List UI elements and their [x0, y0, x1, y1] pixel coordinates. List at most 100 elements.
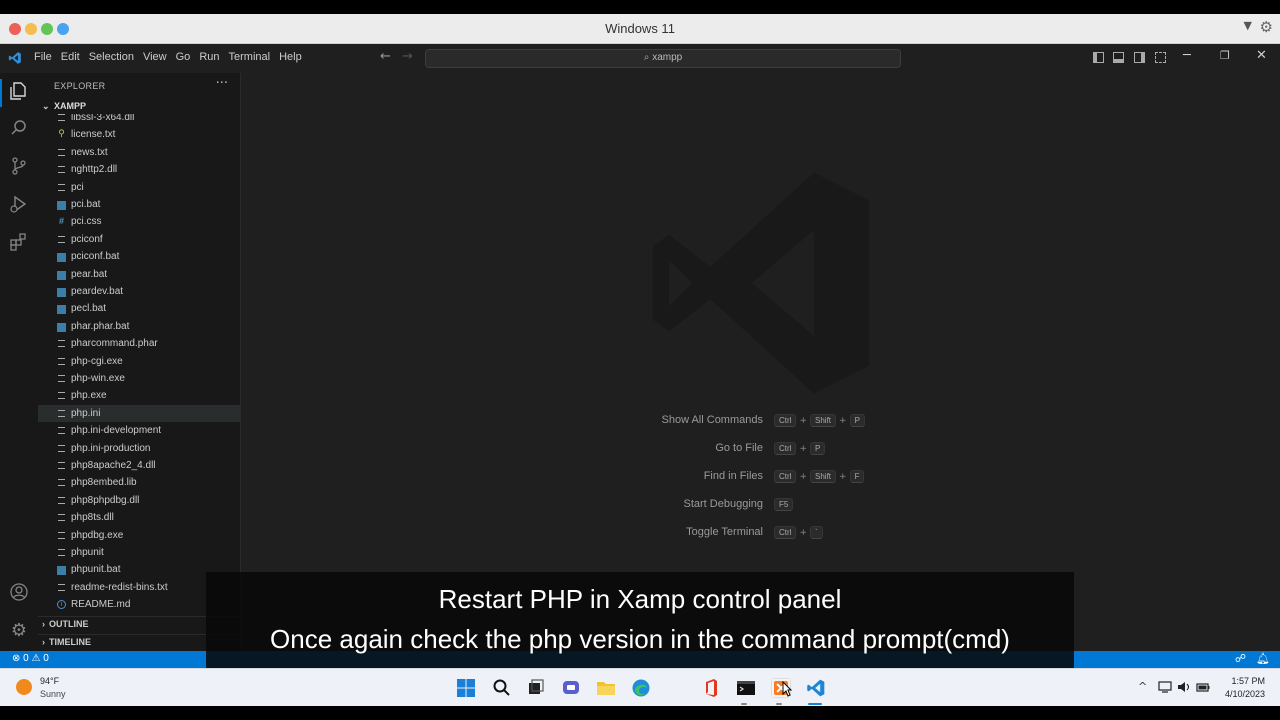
- file-item[interactable]: phpunit: [38, 544, 240, 561]
- menu-edit[interactable]: Edit: [61, 51, 87, 63]
- volume-icon[interactable]: [1177, 681, 1191, 693]
- file-item[interactable]: php.ini: [38, 404, 240, 423]
- keycap: Ctrl: [774, 470, 797, 483]
- menu-help[interactable]: Help: [279, 51, 309, 63]
- file-item[interactable]: pharcommand.phar: [38, 335, 240, 352]
- arrow-left-icon[interactable]: ←: [380, 49, 391, 64]
- more-actions-icon[interactable]: ···: [216, 76, 228, 91]
- file-item[interactable]: php8apache2_4.dll: [38, 457, 240, 474]
- file-item[interactable]: news.txt: [38, 144, 240, 161]
- menu-view[interactable]: View: [143, 51, 174, 63]
- bell-icon[interactable]: 🔔︎: [1256, 652, 1270, 665]
- shortcut-row[interactable]: Find in Files Ctrl + Shift + F: [241, 470, 1280, 486]
- file-item[interactable]: php8ts.dll: [38, 509, 240, 526]
- timeline-label: TIMELINE: [49, 637, 91, 647]
- file-item[interactable]: pciconf: [38, 231, 240, 248]
- arrow-right-icon[interactable]: →: [402, 49, 413, 64]
- search-icon[interactable]: [8, 118, 30, 140]
- folder-xampp[interactable]: ⌄ XAMPP: [42, 101, 86, 112]
- key-plus: +: [799, 443, 807, 454]
- file-item[interactable]: php.ini-production: [38, 440, 240, 457]
- battery-icon[interactable]: [1196, 681, 1210, 693]
- file-item[interactable]: pecl.bat: [38, 300, 240, 317]
- shortcut-row[interactable]: Show All Commands Ctrl + Shift + P: [241, 414, 1280, 430]
- command-prompt-icon[interactable]: [736, 678, 756, 698]
- menu-go[interactable]: Go: [176, 51, 198, 63]
- network-icon[interactable]: [1158, 681, 1172, 693]
- task-view-icon[interactable]: [526, 678, 546, 698]
- toggle-sidebar-icon[interactable]: [1093, 52, 1104, 63]
- file-item[interactable]: nghttp2.dll: [38, 161, 240, 178]
- text-file-icon: [58, 514, 65, 522]
- command-center[interactable]: ⌕ xampp: [425, 49, 901, 68]
- weather-temperature[interactable]: 94°F: [40, 676, 59, 686]
- bat-file-icon: [57, 270, 66, 280]
- office-icon[interactable]: [701, 678, 721, 698]
- search-icon[interactable]: [492, 678, 512, 698]
- close-icon[interactable]: ✕: [1256, 48, 1267, 63]
- text-file-icon: [58, 148, 65, 156]
- file-item[interactable]: php8embed.lib: [38, 474, 240, 491]
- clock-time[interactable]: 1:57 PM: [1231, 676, 1265, 686]
- extensions-icon[interactable]: [8, 232, 30, 254]
- chevron-down-icon[interactable]: ▼: [1244, 19, 1252, 32]
- shortcut-label: Show All Commands: [661, 414, 764, 426]
- outline-section[interactable]: › OUTLINE: [42, 619, 89, 629]
- windows-start-icon[interactable]: [456, 678, 476, 698]
- menu-terminal[interactable]: Terminal: [229, 51, 278, 63]
- restore-icon[interactable]: ❐: [1220, 49, 1230, 62]
- shortcut-row[interactable]: Start Debugging F5: [241, 498, 1280, 514]
- key-plus: +: [799, 527, 807, 538]
- file-item[interactable]: pear.bat: [38, 266, 240, 283]
- run-debug-icon[interactable]: [8, 194, 30, 216]
- running-indicator: [741, 703, 747, 705]
- menu-file[interactable]: File: [34, 51, 59, 63]
- chevron-up-icon[interactable]: ^: [1138, 680, 1147, 693]
- file-item[interactable]: phpdbg.exe: [38, 527, 240, 544]
- file-item[interactable]: pci.bat: [38, 196, 240, 213]
- account-icon[interactable]: [8, 582, 30, 604]
- vscode-watermark-icon: [652, 172, 870, 394]
- feedback-icon[interactable]: ☍: [1235, 652, 1246, 665]
- sun-icon[interactable]: [16, 679, 32, 695]
- manage-gear-icon[interactable]: ⚙: [8, 620, 30, 642]
- problems-indicator[interactable]: ⊗ 0 ⚠ 0: [12, 653, 49, 664]
- file-item[interactable]: pciconf.bat: [38, 248, 240, 265]
- toggle-secondary-sidebar-icon[interactable]: [1134, 52, 1145, 63]
- toggle-panel-icon[interactable]: [1113, 52, 1124, 63]
- timeline-section[interactable]: › TIMELINE: [42, 637, 91, 647]
- file-item[interactable]: pci: [38, 179, 240, 196]
- weather-condition[interactable]: Sunny: [40, 689, 66, 699]
- vscode-taskbar-icon[interactable]: [806, 678, 826, 698]
- file-item[interactable]: php.exe: [38, 387, 240, 404]
- file-explorer-icon[interactable]: [596, 678, 616, 698]
- source-control-icon[interactable]: [8, 156, 30, 178]
- clock-date[interactable]: 4/10/2023: [1225, 689, 1265, 699]
- file-item[interactable]: # pci.css: [38, 213, 240, 230]
- file-item[interactable]: ⚲ license.txt: [38, 126, 240, 143]
- file-item[interactable]: peardev.bat: [38, 283, 240, 300]
- text-file-icon: [58, 409, 65, 417]
- file-item[interactable]: phar.phar.bat: [38, 318, 240, 335]
- shortcut-row[interactable]: Toggle Terminal Ctrl + `: [241, 526, 1280, 542]
- customize-layout-icon[interactable]: [1155, 52, 1166, 63]
- menu-selection[interactable]: Selection: [89, 51, 141, 63]
- running-indicator: [776, 703, 782, 705]
- gear-icon[interactable]: ⚙: [1260, 18, 1273, 36]
- file-item[interactable]: php-cgi.exe: [38, 353, 240, 370]
- files-icon[interactable]: [8, 81, 30, 103]
- menu-run[interactable]: Run: [199, 51, 226, 63]
- file-item[interactable]: php8phpdbg.dll: [38, 492, 240, 509]
- teams-chat-icon[interactable]: [561, 678, 581, 698]
- file-item[interactable]: php-win.exe: [38, 370, 240, 387]
- edge-browser-icon[interactable]: [631, 678, 651, 698]
- file-name: php8embed.lib: [71, 477, 137, 489]
- shortcut-row[interactable]: Go to File Ctrl + P: [241, 442, 1280, 458]
- minimize-icon[interactable]: ─: [1183, 48, 1191, 63]
- file-item[interactable]: libssl-3-x64.dll: [38, 114, 240, 126]
- subtitle-line-1: Restart PHP in Xamp control panel: [438, 584, 842, 614]
- file-tree: libssl-3-x64.dll ⚲ license.txt news.txt nght…: [38, 114, 240, 616]
- file-name: php.exe: [71, 390, 107, 402]
- file-item[interactable]: php.ini-development: [38, 422, 240, 439]
- keycap: Ctrl: [774, 526, 797, 539]
